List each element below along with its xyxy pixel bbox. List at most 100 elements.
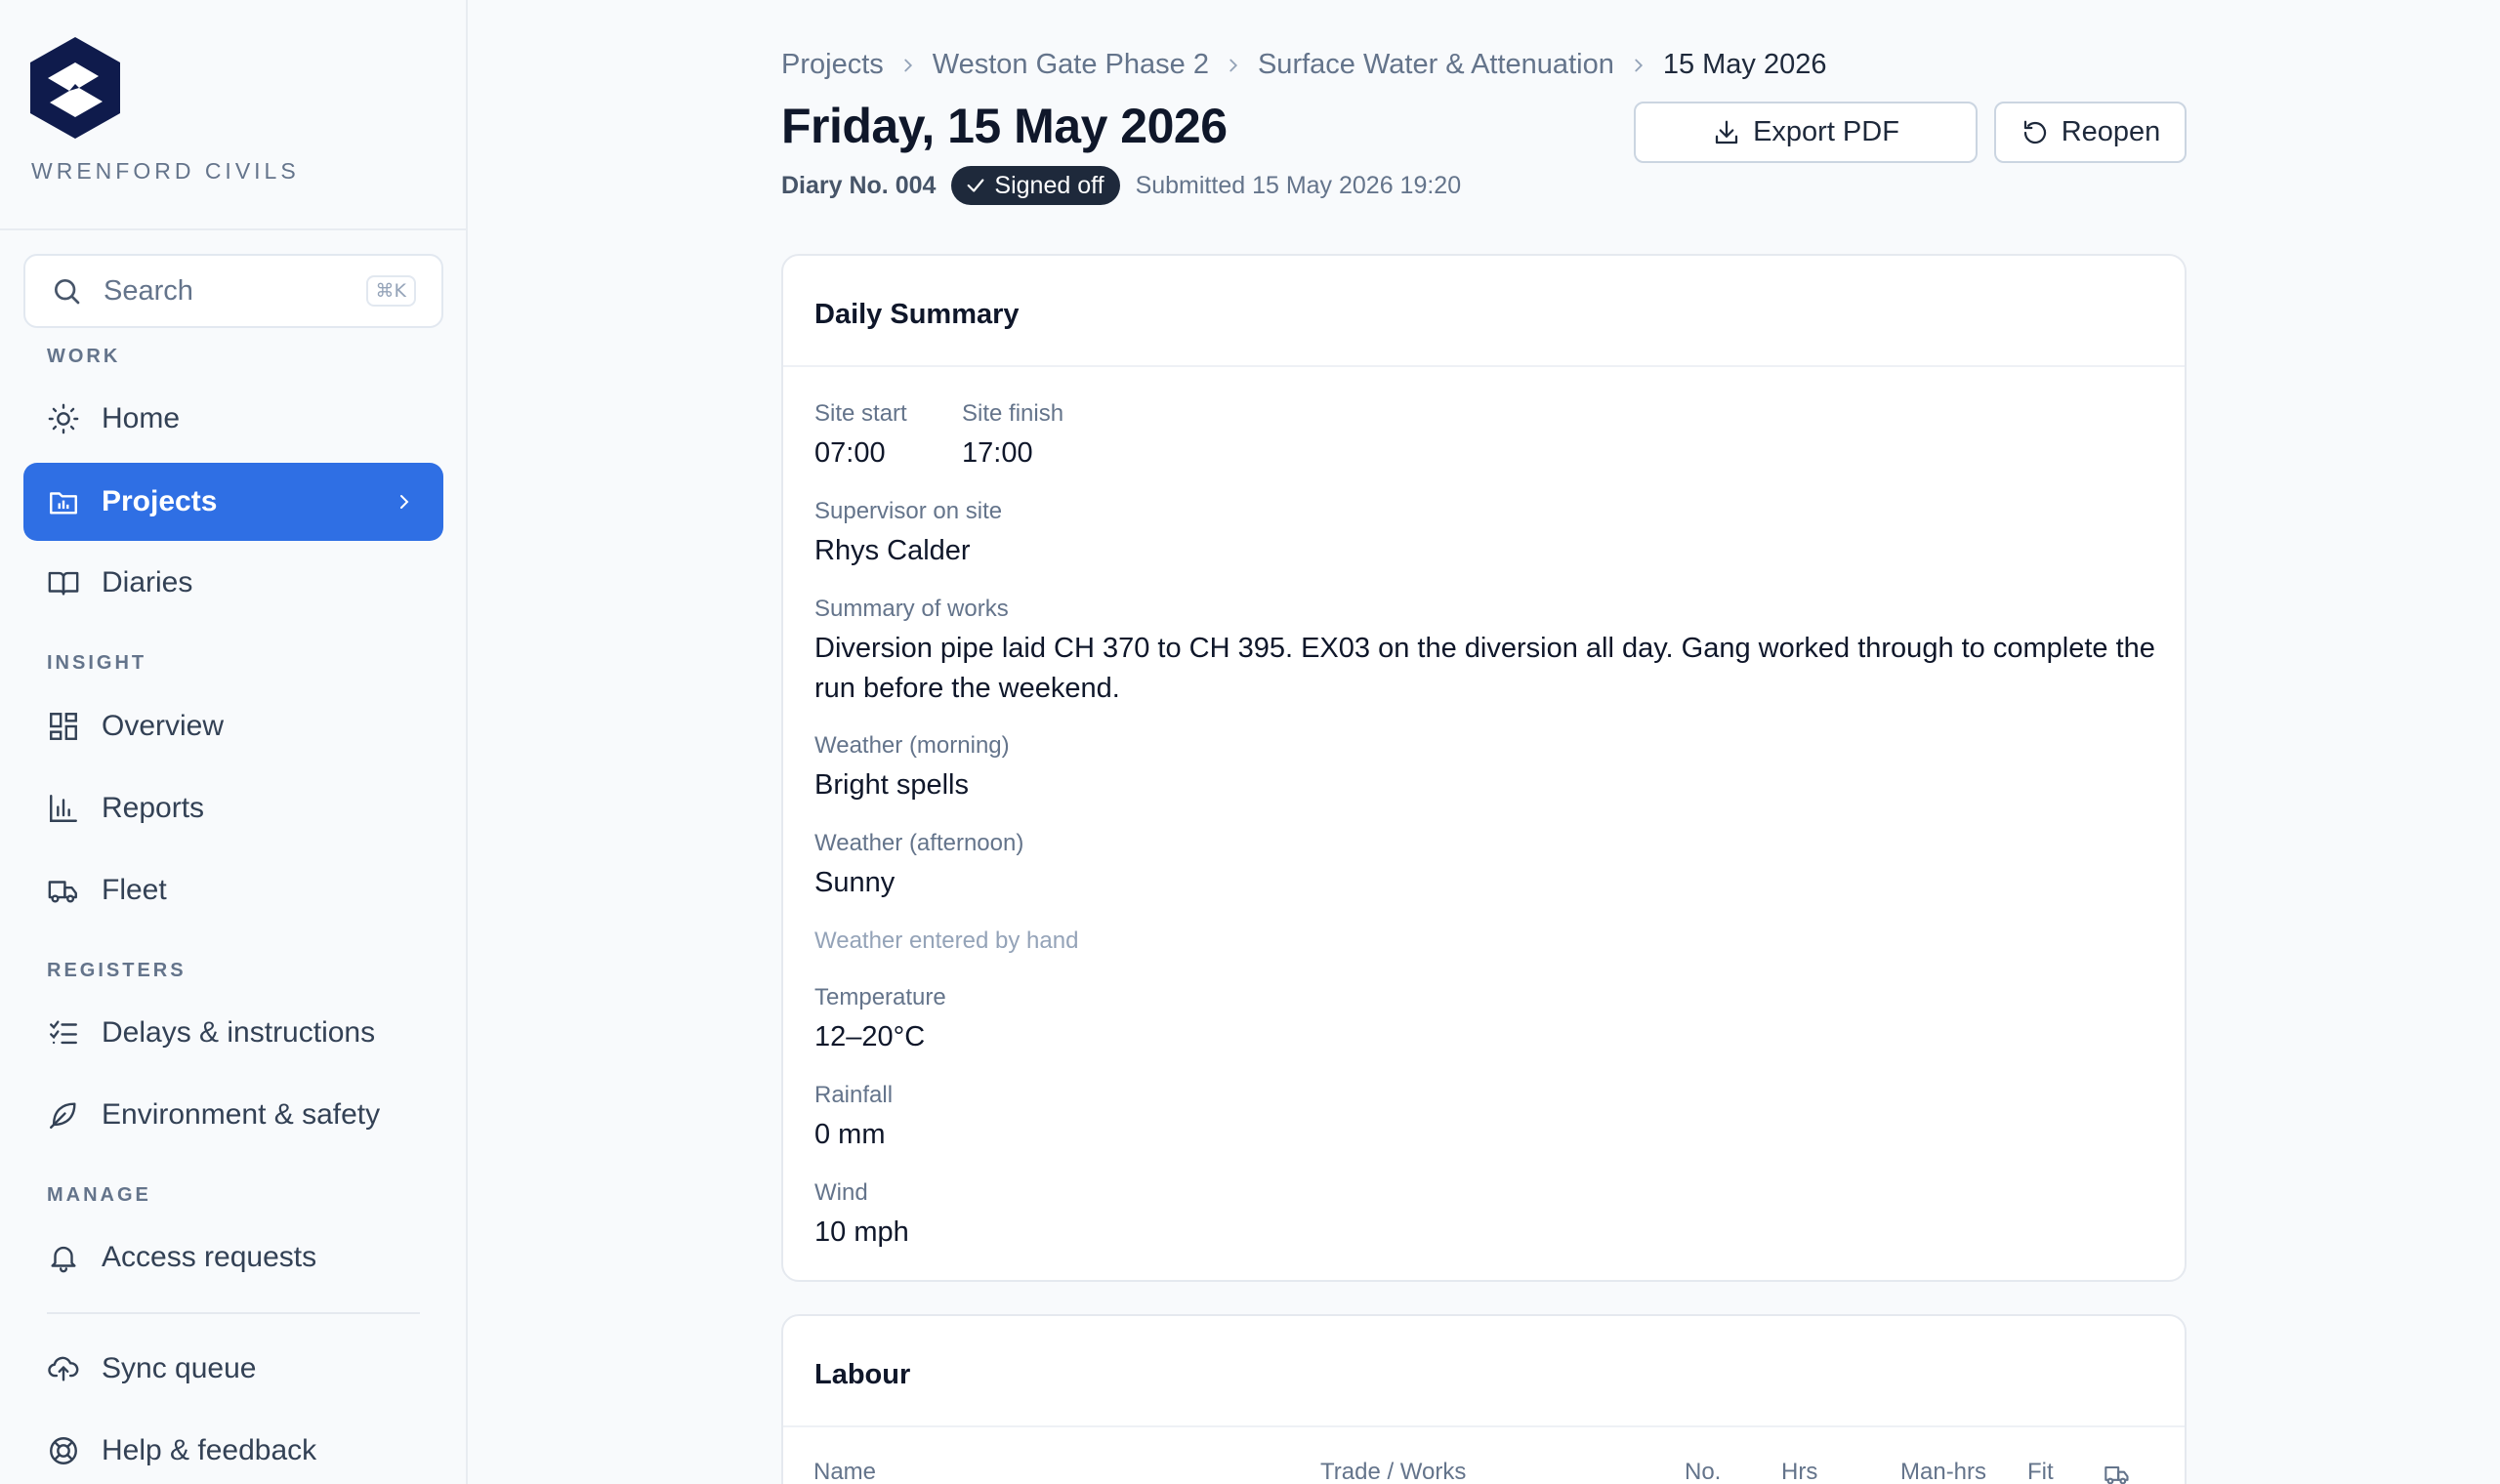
breadcrumb-project[interactable]: Weston Gate Phase 2 [933, 49, 1209, 81]
breadcrumb: Projects Weston Gate Phase 2 Surface Wat… [781, 49, 1827, 81]
rainfall-value: 0 mm [814, 1119, 886, 1150]
bar-chart-icon [50, 795, 77, 822]
site-start-label: Site start [814, 400, 907, 427]
divider [47, 1312, 420, 1314]
breadcrumb-package[interactable]: Surface Water & Attenuation [1258, 49, 1614, 81]
sidebar-item-label: Environment & safety [102, 1098, 381, 1131]
sidebar-item-fleet[interactable]: Fleet [23, 851, 443, 929]
brand-name: WRENFORD CIVILS [31, 158, 300, 184]
sidebar-item-reports[interactable]: Reports [23, 769, 443, 847]
column-header-trade[interactable]: Trade / Works [1320, 1459, 1466, 1484]
weather-afternoon-label: Weather (afternoon) [814, 830, 1024, 856]
nav-section-registers: REGISTERS [47, 960, 187, 981]
download-icon [1715, 120, 1738, 144]
sidebar-item-delays[interactable]: Delays & instructions [23, 994, 443, 1072]
check-icon [967, 179, 984, 192]
sidebar: WRENFORD CIVILS Search ⌘K WORK Home Proj… [0, 0, 468, 1484]
sidebar-item-access-requests[interactable]: Access requests [23, 1218, 443, 1297]
bell-icon [51, 1246, 76, 1273]
sidebar-item-help[interactable]: Help & feedback [23, 1412, 443, 1484]
sidebar-item-label: Diaries [102, 566, 193, 598]
site-finish-value: 17:00 [962, 437, 1033, 469]
search-placeholder: Search [104, 274, 193, 307]
lifebuoy-icon [50, 1437, 77, 1464]
breadcrumb-projects[interactable]: Projects [781, 49, 884, 81]
diary-number: Diary No. 004 [781, 171, 937, 199]
column-header-hours[interactable]: Hrs [1781, 1459, 1817, 1484]
temperature-value: 12–20°C [814, 1021, 926, 1052]
breadcrumb-current: 15 May 2026 [1662, 49, 1827, 80]
supervisor-value: Rhys Calder [814, 535, 971, 566]
export-pdf-button[interactable]: Export PDF [1634, 102, 1978, 163]
column-header-man-hours[interactable]: Man-hrs [1900, 1459, 1986, 1484]
leaf-icon [50, 1102, 76, 1129]
checklist-icon [50, 1020, 77, 1045]
weather-source-note: Weather entered by hand [814, 928, 1079, 954]
truck-icon [48, 881, 77, 903]
sidebar-item-sync-queue[interactable]: Sync queue [23, 1330, 443, 1408]
sun-icon [48, 403, 79, 434]
truck-icon [2104, 1465, 2129, 1484]
sidebar-item-projects[interactable]: Projects [23, 463, 443, 541]
sidebar-item-label: Fleet [102, 874, 167, 906]
sidebar-item-label: Home [102, 402, 181, 434]
cloud-upload-icon [48, 1356, 79, 1381]
submitted-timestamp: Submitted 15 May 2026 19:20 [1135, 171, 1462, 199]
nav-section-manage: MANAGE [47, 1184, 151, 1206]
rainfall-label: Rainfall [814, 1082, 894, 1108]
wind-label: Wind [814, 1179, 868, 1206]
temperature-label: Temperature [814, 984, 946, 1010]
status-badge-label: Signed off [994, 171, 1104, 199]
card-title: Labour [814, 1359, 911, 1390]
search-input[interactable]: Search ⌘K [23, 254, 443, 328]
sidebar-item-environment[interactable]: Environment & safety [23, 1076, 443, 1154]
chevron-right-icon [400, 495, 409, 509]
sidebar-item-label: Reports [102, 792, 205, 824]
status-badge: Signed off [951, 166, 1120, 205]
book-open-icon [48, 571, 79, 596]
weather-morning-label: Weather (morning) [814, 732, 1010, 759]
nav-section-insight: INSIGHT [47, 652, 147, 674]
search-icon [55, 279, 80, 305]
sidebar-item-label: Access requests [102, 1241, 317, 1273]
sidebar-item-label: Sync queue [102, 1352, 257, 1384]
weather-morning-value: Bright spells [814, 769, 969, 801]
wrenford-logo-icon [30, 37, 120, 139]
chevron-right-icon [1229, 59, 1238, 71]
divider [783, 1425, 2185, 1427]
page-title: Friday, 15 May 2026 [781, 99, 1228, 153]
works-summary-value: Diversion pipe laid CH 370 to CH 395. EX… [814, 633, 2155, 704]
brand-logo[interactable] [30, 37, 120, 139]
folder-chart-icon [50, 492, 77, 515]
search-shortcut: ⌘K [365, 275, 416, 307]
site-start-value: 07:00 [814, 437, 886, 469]
dashboard-icon [50, 713, 77, 740]
reopen-button[interactable]: Reopen [1994, 102, 2187, 163]
sidebar-item-home[interactable]: Home [23, 380, 443, 458]
column-header-number[interactable]: No. [1685, 1459, 1721, 1484]
chevron-right-icon [1635, 59, 1643, 71]
divider [783, 365, 2185, 367]
supervisor-label: Supervisor on site [814, 498, 1003, 524]
daily-summary-card: Daily Summary Site start 07:00 Site fini… [781, 254, 2187, 1282]
column-header-name[interactable]: Name [813, 1459, 876, 1484]
nav-section-work: WORK [47, 346, 121, 367]
sidebar-item-label: Overview [102, 710, 225, 742]
weather-afternoon-value: Sunny [814, 867, 896, 898]
sidebar-item-label: Help & feedback [102, 1434, 317, 1466]
wind-value: 10 mph [814, 1216, 909, 1248]
sidebar-item-diaries[interactable]: Diaries [23, 544, 443, 622]
card-title: Daily Summary [814, 299, 1020, 330]
export-pdf-label: Export PDF [1753, 116, 1899, 147]
column-header-fit[interactable]: Fit [2027, 1459, 2054, 1484]
diary-meta: Diary No. 004 Signed off Submitted 15 Ma… [781, 166, 1461, 205]
works-summary-label: Summary of works [814, 596, 1009, 622]
chevron-right-icon [904, 59, 912, 71]
site-finish-label: Site finish [962, 400, 1064, 427]
rotate-ccw-icon [2023, 120, 2046, 144]
divider [0, 228, 466, 230]
sidebar-item-label: Projects [102, 485, 218, 517]
reopen-label: Reopen [2061, 116, 2161, 147]
sidebar-item-overview[interactable]: Overview [23, 687, 443, 765]
sidebar-item-label: Delays & instructions [102, 1016, 376, 1049]
